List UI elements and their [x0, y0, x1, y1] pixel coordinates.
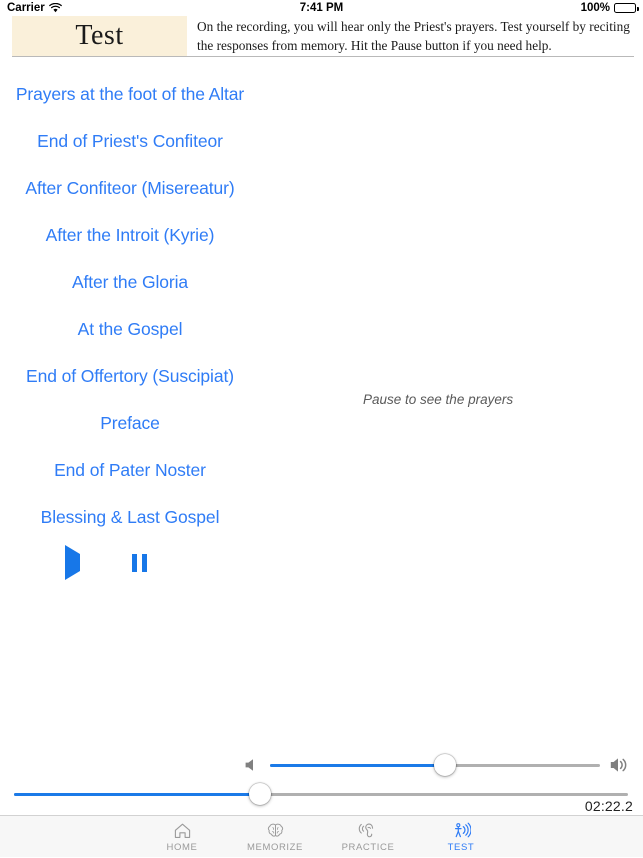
pause-button[interactable] [132, 554, 147, 572]
transport-controls [0, 541, 260, 585]
speaking-person-icon [451, 820, 471, 841]
list-item[interactable]: End of Pater Noster [0, 447, 260, 494]
list-item[interactable]: After the Introit (Kyrie) [0, 212, 260, 259]
battery-percent-label: 100% [581, 2, 610, 14]
speaker-mute-icon[interactable] [243, 756, 261, 774]
status-bar-right: 100% [581, 2, 636, 14]
prayer-link[interactable]: At the Gospel [78, 319, 183, 340]
list-item[interactable]: At the Gospel [0, 306, 260, 353]
elapsed-time-label: 02:22.2 [585, 798, 633, 814]
prayer-link[interactable]: Blessing & Last Gospel [41, 507, 220, 528]
tab-home[interactable]: HOME [136, 816, 229, 858]
header-description: On the recording, you will hear only the… [187, 16, 633, 56]
battery-icon [614, 3, 636, 13]
pause-hint-text: Pause to see the prayers [363, 392, 513, 407]
prayer-link[interactable]: After Confiteor (Misereatur) [25, 178, 234, 199]
brain-icon [266, 820, 285, 841]
wifi-icon [49, 3, 62, 13]
progress-slider-track[interactable] [14, 793, 628, 796]
tab-memorize[interactable]: MEMORIZE [229, 816, 322, 858]
list-item[interactable]: End of Offertory (Suscipiat) [0, 353, 260, 400]
status-bar-left: Carrier [7, 2, 62, 14]
tab-label: TEST [448, 842, 475, 853]
list-item[interactable]: Blessing & Last Gospel [0, 494, 260, 541]
prayer-link[interactable]: End of Priest's Confiteor [37, 131, 223, 152]
volume-slider-fill [270, 764, 445, 767]
page-title: Test [75, 20, 123, 52]
list-item[interactable]: Preface [0, 400, 260, 447]
volume-slider-row [243, 750, 631, 780]
volume-slider-thumb[interactable] [434, 754, 456, 776]
page-header: Test On the recording, you will hear onl… [0, 16, 643, 56]
status-bar-clock: 7:41 PM [0, 2, 643, 14]
prayer-link-list: Prayers at the foot of the Altar End of … [0, 57, 643, 585]
list-item[interactable]: After Confiteor (Misereatur) [0, 165, 260, 212]
home-icon [173, 820, 192, 841]
pause-icon [132, 554, 147, 572]
tab-label: HOME [167, 842, 198, 853]
progress-slider-fill [14, 793, 260, 796]
tab-label: PRACTICE [342, 842, 395, 853]
prayer-link[interactable]: End of Offertory (Suscipiat) [26, 366, 234, 387]
page-title-box: Test [12, 16, 187, 56]
speaker-high-icon[interactable] [609, 755, 631, 775]
play-icon [65, 545, 80, 580]
ear-listen-icon [358, 820, 378, 841]
prayer-link[interactable]: Preface [100, 413, 160, 434]
progress-slider-row [14, 783, 628, 805]
prayer-link[interactable]: Prayers at the foot of the Altar [16, 84, 244, 105]
list-item[interactable]: After the Gloria [0, 259, 260, 306]
tab-practice[interactable]: PRACTICE [322, 816, 415, 858]
carrier-label: Carrier [7, 2, 45, 14]
tab-label: MEMORIZE [247, 842, 303, 853]
tab-bar: HOME MEMORIZE PRACTICE [0, 815, 643, 857]
prayer-link[interactable]: After the Gloria [72, 272, 188, 293]
prayer-link[interactable]: End of Pater Noster [54, 460, 206, 481]
list-item[interactable]: End of Priest's Confiteor [0, 118, 260, 165]
volume-slider-track[interactable] [270, 764, 600, 767]
tab-test[interactable]: TEST [415, 816, 508, 858]
list-item[interactable]: Prayers at the foot of the Altar [0, 71, 260, 118]
prayer-link[interactable]: After the Introit (Kyrie) [46, 225, 215, 246]
status-bar: Carrier 7:41 PM 100% [0, 0, 643, 16]
progress-slider-thumb[interactable] [249, 783, 271, 805]
